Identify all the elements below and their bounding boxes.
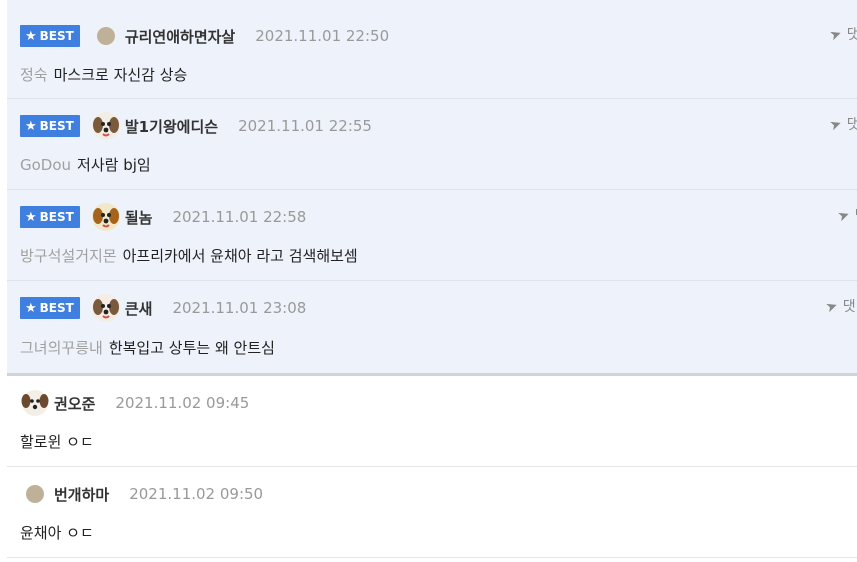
comment-date: 2021.11.02 09:50 (129, 485, 264, 503)
send-arrow-icon: ➤ (827, 25, 845, 45)
comment-header: 번개하마 2021.11.02 09:50 (20, 481, 263, 507)
comment-text: 할로윈 ㅇㄷ (20, 433, 94, 451)
comment-body: 할로윈 ㅇㄷ (20, 431, 94, 452)
nickname[interactable]: 발1기왕에디슨 (125, 116, 218, 137)
comment-text: 한복입고 상투는 왜 안트심 (108, 339, 275, 357)
avatar[interactable] (91, 21, 121, 51)
best-badge: ★ BEST (20, 115, 80, 137)
comment-text: 아프리카에서 윤채아 라고 검색해보셈 (122, 247, 358, 265)
comment-body: 방구석설거지몬 아프리카에서 윤채아 라고 검색해보셈 (20, 245, 358, 266)
comment-header: ★ BEST 발1기왕에디슨 2021.11.01 22:55 (20, 111, 372, 141)
avatar[interactable] (91, 202, 121, 232)
best-badge: ★ BEST (20, 206, 80, 228)
nickname[interactable]: 될놈 (125, 207, 153, 228)
reply-target[interactable]: 방구석설거지몬 (20, 247, 117, 265)
comment-body: GoDou 저사람 bj임 (20, 154, 151, 175)
avatar[interactable] (91, 293, 121, 323)
avatar[interactable] (20, 479, 50, 509)
comment-date: 2021.11.01 22:58 (172, 208, 307, 226)
send-arrow-icon: ➤ (835, 206, 853, 226)
comment-date: 2021.11.02 09:45 (115, 394, 250, 412)
comment-date: 2021.11.01 22:55 (238, 117, 372, 135)
send-arrow-icon: ➤ (827, 115, 845, 135)
star-icon: ★ (25, 209, 37, 225)
comment-header: ★ BEST 규리연애하면자살 2021.11.01 22:50 (20, 23, 389, 49)
comment: 번개하마 2021.11.02 09:50 윤채아 ㅇㄷ (7, 467, 857, 558)
reply-target[interactable]: 그녀의꾸릉내 (20, 339, 103, 357)
reply-target[interactable]: 정숙 (20, 66, 48, 84)
nickname[interactable]: 큰새 (125, 298, 153, 319)
comment-text: 마스크로 자신감 상승 (53, 66, 188, 84)
comment-header: ★ BEST 큰새 2021.11.01 23:08 (20, 293, 307, 323)
star-icon: ★ (25, 28, 37, 44)
reply-button[interactable]: ➤댓 (835, 205, 857, 226)
best-badge: ★ BEST (20, 25, 80, 47)
best-comment: ★ BEST 큰새 2021.11.01 23:08 ➤ 댓 그녀의꾸릉내 한복입고 … (7, 281, 857, 376)
comment-date: 2021.11.01 22:50 (255, 27, 390, 45)
comment-list: ★ BEST 규리연애하면자살 2021.11.01 22:50 ➤ 댓 정숙 마스크… (7, 0, 857, 558)
comment-body: 그녀의꾸릉내 한복입고 상투는 왜 안트심 (20, 337, 275, 358)
comment-header: ★ BEST 될놈 2021.11.01 22:58 (20, 202, 307, 232)
comment: 권오준 2021.11.02 09:45 할로윈 ㅇㄷ (7, 376, 857, 467)
comment-body: 정숙 마스크로 자신감 상승 (20, 64, 187, 85)
send-arrow-icon: ➤ (823, 297, 841, 317)
nickname[interactable]: 규리연애하면자살 (125, 26, 235, 47)
comment-text: 저사람 bj임 (77, 156, 151, 174)
reply-button[interactable]: ➤댓 (827, 24, 857, 45)
comment-text: 윤채아 ㅇㄷ (20, 524, 94, 542)
best-comment: ★ BEST 규리연애하면자살 2021.11.01 22:50 ➤ 댓 정숙 마스크… (7, 0, 857, 99)
reply-target[interactable]: GoDou (20, 156, 71, 174)
comment-body: 윤채아 ㅇㄷ (20, 522, 94, 543)
reply-button[interactable]: ➤댓 (827, 114, 857, 135)
best-comment: ★BEST 될놈 2021.11.01 22:58 ➤댓 방구석설거지몬 아프리카… (7, 190, 857, 281)
nickname[interactable]: 번개하마 (54, 484, 109, 505)
avatar[interactable] (20, 388, 50, 418)
comment-date: 2021.11.01 23:08 (172, 299, 307, 317)
best-comment: ★ BEST 발1기왕에디슨 2021.11.01 22:55 ➤ 댓 GoDou 저… (7, 99, 857, 190)
star-icon: ★ (25, 300, 37, 316)
comment-header: 권오준 2021.11.02 09:45 (20, 390, 249, 416)
avatar[interactable] (91, 111, 121, 141)
star-icon: ★ (25, 118, 37, 134)
best-badge: ★ BEST (20, 297, 80, 319)
reply-button[interactable]: ➤댓 (823, 296, 856, 317)
nickname[interactable]: 권오준 (54, 393, 95, 414)
